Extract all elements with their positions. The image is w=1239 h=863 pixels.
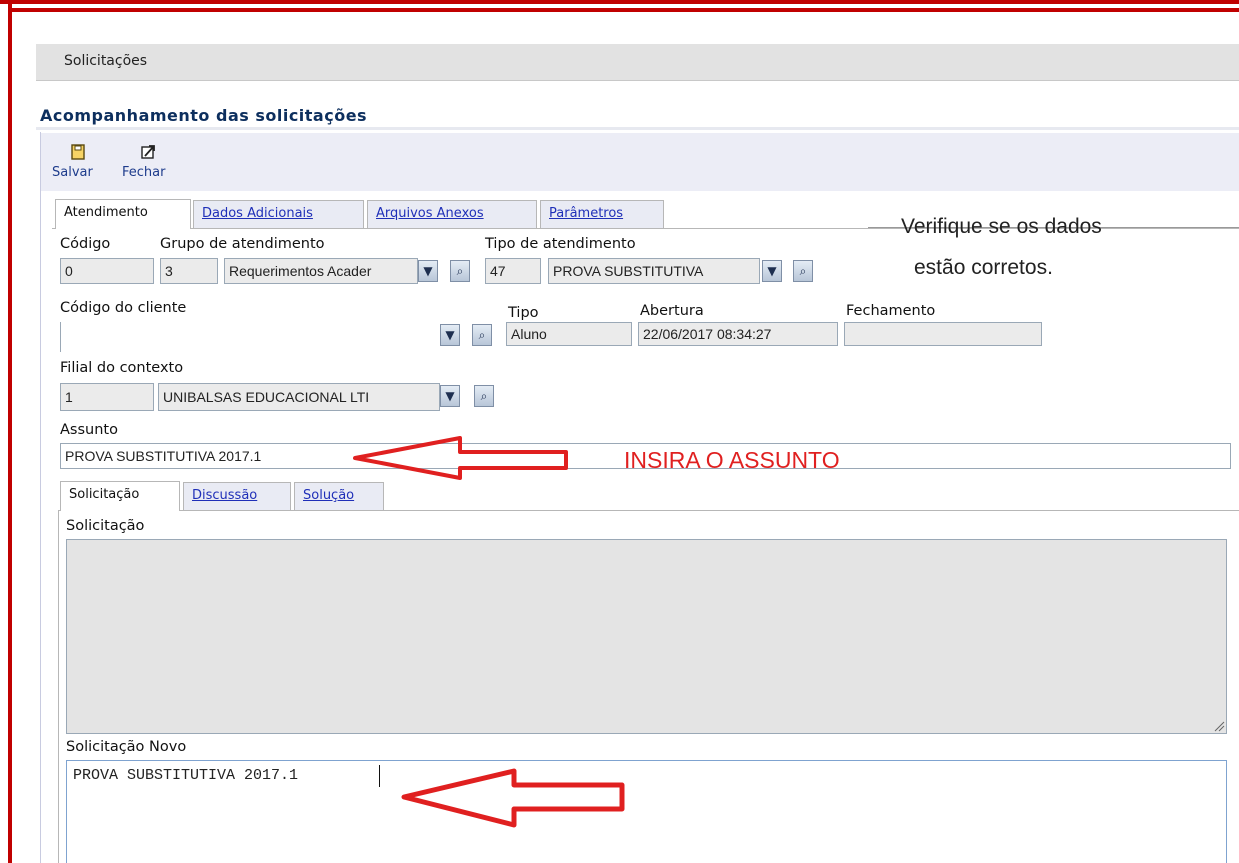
- filial-label: Filial do contexto: [60, 360, 184, 376]
- close-button[interactable]: Fechar: [122, 140, 172, 184]
- tab-dados-adicionais[interactable]: Dados Adicionais: [193, 200, 364, 228]
- subtab-discussao-link[interactable]: Discussão: [192, 488, 257, 503]
- tipo-atendimento-search-button[interactable]: ⌕: [793, 260, 813, 282]
- search-icon: ⌕: [456, 264, 464, 278]
- codigo-cliente-dropdown-button[interactable]: ▼: [440, 324, 460, 346]
- grupo-dropdown-button[interactable]: ▼: [418, 260, 438, 282]
- text-caret: [379, 765, 380, 787]
- solicitacao-novo-text: PROVA SUBSTITUTIVA 2017.1: [73, 767, 299, 784]
- page-title: Acompanhamento das solicitações: [40, 106, 368, 125]
- tipo-atendimento-select[interactable]: PROVA SUBSTITUTIVA: [548, 258, 760, 284]
- codigo-cliente-field[interactable]: [60, 322, 435, 352]
- tipo-atendimento-label: Tipo de atendimento: [485, 236, 636, 252]
- tab-parametros-link[interactable]: Parâmetros: [549, 206, 623, 221]
- tipo-atendimento-dropdown-button[interactable]: ▼: [762, 260, 782, 282]
- fechamento-label: Fechamento: [846, 303, 936, 319]
- filial-dropdown-button[interactable]: ▼: [440, 385, 460, 407]
- annotation-verify-line2: estão corretos.: [914, 256, 1053, 279]
- filial-code-field[interactable]: 1: [60, 383, 154, 411]
- solicitacao-novo-textarea[interactable]: PROVA SUBSTITUTIVA 2017.1: [66, 760, 1227, 863]
- abertura-field[interactable]: 22/06/2017 08:34:27: [638, 322, 838, 346]
- chevron-down-icon: ▼: [445, 389, 455, 403]
- assunto-label: Assunto: [60, 422, 118, 438]
- tipo-label: Tipo: [508, 305, 539, 321]
- subtab-solicitacao[interactable]: Solicitação: [60, 481, 180, 511]
- fechamento-field[interactable]: [844, 322, 1042, 346]
- tipo-field[interactable]: Aluno: [506, 322, 632, 346]
- grupo-label: Grupo de atendimento: [160, 236, 325, 252]
- filial-select[interactable]: UNIBALSAS EDUCACIONAL LTI: [158, 383, 440, 411]
- red-frame-left: [8, 0, 12, 863]
- search-icon: ⌕: [799, 264, 807, 278]
- close-label: Fechar: [122, 165, 166, 180]
- search-icon: ⌕: [480, 389, 488, 403]
- subtab-solucao-link[interactable]: Solução: [303, 488, 354, 503]
- toolbar: [41, 133, 1239, 191]
- tab-atendimento[interactable]: Atendimento: [55, 199, 191, 229]
- solicitacao-novo-label: Solicitação Novo: [66, 739, 187, 755]
- save-button[interactable]: Salvar: [52, 140, 98, 184]
- abertura-label: Abertura: [640, 303, 704, 319]
- codigo-cliente-search-button[interactable]: ⌕: [472, 324, 492, 346]
- chevron-down-icon: ▼: [767, 264, 777, 278]
- chevron-down-icon: ▼: [423, 264, 433, 278]
- grupo-search-button[interactable]: ⌕: [450, 260, 470, 282]
- subtab-solucao[interactable]: Solução: [294, 482, 384, 510]
- window-tab-title[interactable]: Solicitações: [64, 53, 147, 69]
- solicitacao-label: Solicitação: [66, 518, 145, 534]
- chevron-down-icon: ▼: [445, 328, 455, 342]
- grupo-code-field[interactable]: 3: [160, 258, 218, 284]
- subtab-discussao[interactable]: Discussão: [183, 482, 291, 510]
- search-icon: ⌕: [478, 328, 486, 342]
- solicitacao-textarea[interactable]: [66, 539, 1227, 734]
- tipo-atendimento-code-field[interactable]: 47: [485, 258, 541, 284]
- section-divider: [36, 127, 1239, 130]
- tab-arquivos-anexos-link[interactable]: Arquivos Anexos: [376, 206, 484, 221]
- tab-arquivos-anexos[interactable]: Arquivos Anexos: [367, 200, 537, 228]
- grupo-select[interactable]: Requerimentos Acader: [224, 258, 418, 284]
- save-label: Salvar: [52, 165, 93, 180]
- red-frame-top-inner: [8, 8, 1239, 12]
- arrow-pointer-solicitacao-novo: [401, 768, 625, 828]
- codigo-cliente-label: Código do cliente: [60, 300, 187, 316]
- filial-search-button[interactable]: ⌕: [474, 385, 494, 407]
- tab-parametros[interactable]: Parâmetros: [540, 200, 664, 228]
- red-frame-top: [0, 0, 1239, 4]
- codigo-label: Código: [60, 236, 111, 252]
- save-icon: [70, 144, 86, 160]
- close-icon: [140, 144, 156, 160]
- window-tab-bar: [36, 44, 1239, 81]
- arrow-pointer-assunto: [353, 436, 568, 480]
- resize-handle-icon[interactable]: [1213, 720, 1225, 732]
- codigo-field[interactable]: 0: [60, 258, 154, 284]
- annotation-insira: INSIRA O ASSUNTO: [624, 447, 840, 473]
- annotation-verify-line1: Verifique se os dados: [901, 215, 1102, 238]
- tab-dados-adicionais-link[interactable]: Dados Adicionais: [202, 206, 313, 221]
